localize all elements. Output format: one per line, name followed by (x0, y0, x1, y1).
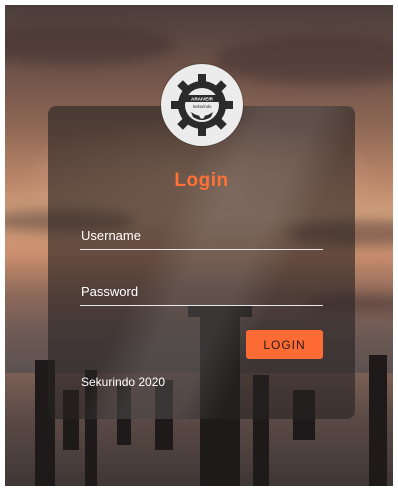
pier-pillar (369, 355, 387, 486)
copyright-text: Sekurindo 2020 (81, 375, 166, 389)
gear-camera-logo-icon: ARAIVEIR Sekurindo (171, 74, 233, 136)
cloud (215, 35, 393, 85)
company-logo: ARAIVEIR Sekurindo (161, 64, 243, 146)
logo-text-top: ARAIVEIR (191, 97, 214, 102)
logo-text-bottom: Sekurindo (193, 104, 213, 109)
username-field[interactable] (80, 226, 323, 250)
cloud (5, 25, 175, 65)
login-button[interactable]: LOGIN (246, 330, 323, 359)
card-sheen (48, 106, 355, 419)
password-field[interactable] (80, 282, 323, 306)
page-frame: ARAIVEIR Sekurindo Login LOGIN Sekurindo… (0, 0, 398, 491)
login-title: Login (174, 170, 229, 191)
login-card (48, 106, 355, 419)
